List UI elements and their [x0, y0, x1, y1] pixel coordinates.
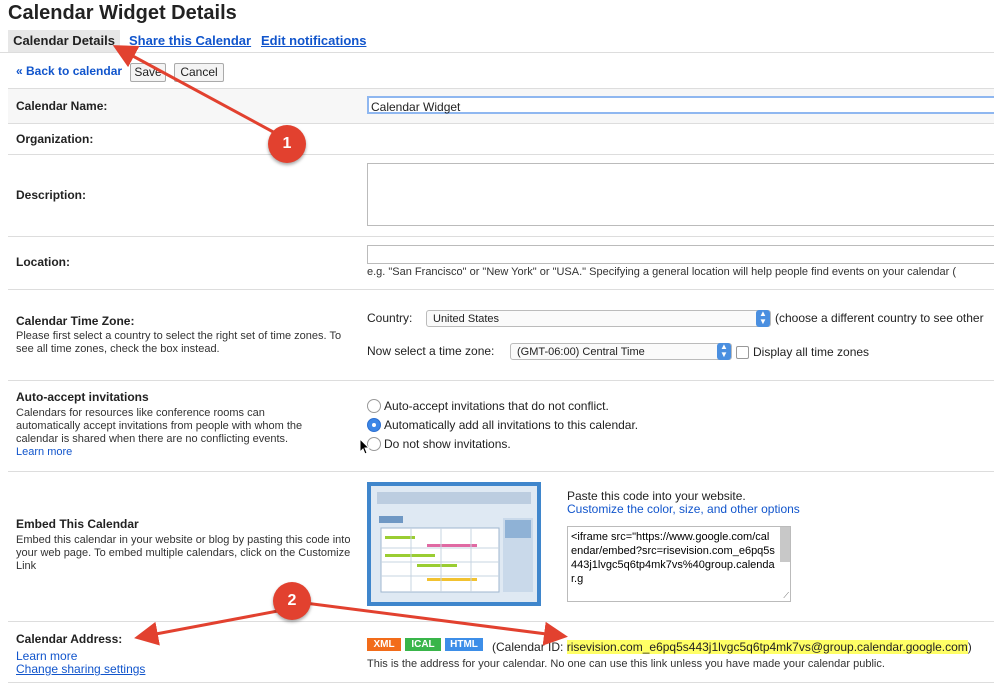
calendar-address-label: Calendar Address: [16, 632, 123, 646]
tab-calendar-details[interactable]: Calendar Details [8, 30, 120, 52]
calendar-name-label: Calendar Name: [16, 99, 108, 113]
radio-auto-accept-label: Auto-accept invitations that do not conf… [384, 399, 609, 413]
calendar-id-suffix: ) [967, 640, 972, 654]
calendar-id-line: (Calendar ID: risevision.com_e6pq5s443j1… [492, 640, 972, 654]
timezone-select[interactable]: (GMT-06:00) Central Time ▲ ▼ [510, 343, 732, 360]
location-label: Location: [16, 255, 70, 269]
calendar-address-note: This is the address for your calendar. N… [367, 658, 885, 670]
tab-share-calendar[interactable]: Share this Calendar [129, 30, 251, 52]
tab-edit-notifications[interactable]: Edit notifications [261, 30, 366, 52]
display-all-timezones-checkbox[interactable] [736, 346, 749, 359]
page-title: Calendar Widget Details [8, 2, 237, 24]
annotation-callout-1: 1 [268, 125, 306, 163]
embed-code-text: <iframe src="https://www.google.com/cale… [571, 531, 775, 585]
select-arrows-icon: ▲ ▼ [756, 310, 770, 327]
country-select-value: United States [433, 313, 500, 325]
country-select[interactable]: United States ▲ ▼ [426, 310, 771, 327]
auto-accept-learn-more-link[interactable]: Learn more [16, 446, 72, 458]
description-label: Description: [16, 188, 87, 202]
customize-embed-link[interactable]: Customize the color, size, and other opt… [567, 502, 800, 516]
radio-add-all-label: Automatically add all invitations to thi… [384, 418, 639, 432]
cancel-button[interactable]: Cancel [174, 63, 224, 82]
country-label: Country: [367, 311, 413, 325]
embed-paste-instruction: Paste this code into your website. [567, 489, 746, 503]
organization-row [8, 123, 994, 155]
description-textarea[interactable] [367, 163, 994, 226]
timezone-select-label: Now select a time zone: [367, 344, 495, 358]
auto-accept-label: Auto-accept invitations [16, 390, 149, 404]
tab-bar: Calendar Details Share this Calendar Edi… [0, 30, 994, 53]
resize-grip-icon[interactable]: ⟋ [783, 591, 789, 601]
address-learn-more-link[interactable]: Learn more [16, 649, 77, 663]
calendar-id-value: risevision.com_e6pq5s443j1lvgc5q6tp4mk7v… [566, 640, 968, 654]
mouse-cursor-icon [359, 438, 371, 455]
change-sharing-settings-link[interactable]: Change sharing settings [16, 662, 145, 676]
html-badge-button[interactable]: HTML [445, 638, 483, 651]
auto-accept-help: Calendars for resources like conference … [16, 407, 303, 445]
radio-do-not-show-label: Do not show invitations. [384, 437, 511, 451]
embed-help: Embed this calendar in your website or b… [16, 534, 351, 572]
calendar-id-prefix: (Calendar ID: [492, 640, 567, 654]
ical-badge-button[interactable]: ICAL [405, 638, 441, 651]
organization-label: Organization: [16, 132, 94, 146]
save-button[interactable]: Save [130, 63, 166, 82]
location-input[interactable] [367, 245, 994, 264]
annotation-callout-2: 2 [273, 582, 311, 620]
embed-code-scrollbar[interactable] [780, 527, 790, 562]
timezone-select-value: (GMT-06:00) Central Time [517, 346, 645, 358]
timezone-label: Calendar Time Zone: [16, 314, 135, 328]
radio-auto-accept[interactable] [367, 399, 381, 413]
embed-label: Embed This Calendar [16, 517, 139, 531]
timezone-help: Please first select a country to select … [16, 330, 342, 355]
radio-add-all[interactable] [367, 418, 381, 432]
back-to-calendar-link[interactable]: « Back to calendar [16, 64, 122, 78]
select-arrows-icon: ▲ ▼ [717, 343, 731, 360]
embed-code-textarea[interactable]: <iframe src="https://www.google.com/cale… [567, 526, 791, 602]
display-all-timezones-label: Display all time zones [753, 345, 870, 359]
calendar-name-input[interactable]: Calendar Widget [367, 96, 994, 114]
location-hint: e.g. "San Francisco" or "New York" or "U… [367, 266, 957, 278]
xml-badge-button[interactable]: XML [367, 638, 401, 651]
country-note: (choose a different country to see other [775, 311, 984, 325]
calendar-preview-image [367, 482, 541, 606]
